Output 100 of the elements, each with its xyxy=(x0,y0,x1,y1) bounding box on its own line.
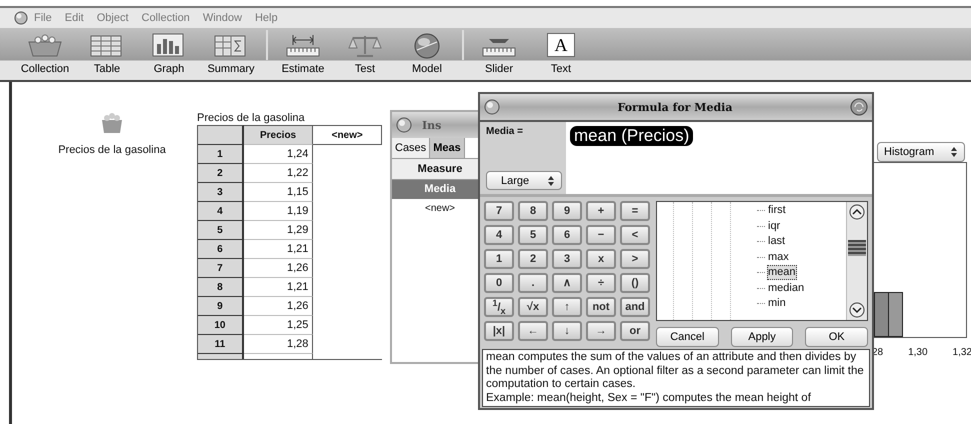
keypad-key[interactable]: ÷ xyxy=(586,273,616,293)
column-header[interactable]: Precios xyxy=(244,125,314,144)
keypad-key[interactable]: . xyxy=(518,273,548,293)
toolbar-button[interactable]: Slider xyxy=(468,28,530,80)
toolbar-button[interactable]: Graph xyxy=(138,28,200,80)
keypad-key[interactable]: |x| xyxy=(484,321,514,341)
keypad-key[interactable]: 8 xyxy=(518,201,548,221)
toolbar-button[interactable]: Summary xyxy=(200,28,262,80)
table-cell: 1,24 xyxy=(244,144,314,163)
function-item[interactable]: mean xyxy=(767,265,797,280)
cancel-button[interactable]: Cancel xyxy=(656,327,719,347)
row-number: 11 xyxy=(198,334,244,353)
keypad-key[interactable]: 0 xyxy=(484,273,514,293)
row-number: 7 xyxy=(198,258,244,277)
function-item[interactable]: last xyxy=(767,234,786,250)
keypad-key[interactable]: 5 xyxy=(518,225,548,245)
keypad-key[interactable]: 6 xyxy=(552,225,582,245)
scroll-down-icon[interactable] xyxy=(849,302,865,318)
row-number: 4 xyxy=(198,201,244,220)
menu-item[interactable]: Window xyxy=(202,12,242,24)
window-button-icon xyxy=(396,117,412,133)
keypad-key[interactable]: 1 xyxy=(484,249,514,269)
keypad-key[interactable]: or xyxy=(620,321,650,341)
description-text: mean computes the sum of the values of an attribute and then divides by the number of cases. An optional filter as a second parameter can limit the computation to certain cases. xyxy=(486,351,865,392)
row-number: 2 xyxy=(198,163,244,182)
formula-label: Media = xyxy=(486,126,524,137)
keypad-key[interactable]: 3 xyxy=(552,249,582,269)
toolbar-button[interactable]: Estimate xyxy=(272,28,334,80)
row-number: 3 xyxy=(198,182,244,201)
basket-icon xyxy=(100,112,124,134)
keypad-key[interactable]: − xyxy=(586,225,616,245)
keypad-key[interactable]: ↓ xyxy=(552,321,582,341)
keypad-key[interactable]: 7 xyxy=(484,201,514,221)
row-number: 10 xyxy=(198,315,244,334)
table-cell: 1,26 xyxy=(244,258,314,277)
function-item[interactable]: max xyxy=(767,250,790,265)
menu-item[interactable]: Edit xyxy=(64,12,84,24)
column-header[interactable]: <new> xyxy=(313,125,382,145)
window-button-icon xyxy=(484,99,500,115)
keypad-key[interactable]: $^{1}$/$_{x}$ xyxy=(484,297,514,317)
table-cell: 1,26 xyxy=(244,296,314,315)
toolbar-button[interactable]: Table xyxy=(76,28,138,80)
scroll-up-icon[interactable] xyxy=(849,204,865,220)
function-item[interactable]: median xyxy=(767,280,806,296)
window-button-icon xyxy=(850,98,868,116)
keypad-key[interactable]: > xyxy=(620,249,650,269)
window-title: Ins xyxy=(422,118,442,132)
keypad-key[interactable]: 2 xyxy=(518,249,548,269)
keypad-key[interactable]: 4 xyxy=(484,225,514,245)
toolbar-button[interactable]: Test xyxy=(334,28,396,80)
axis-label: 1,30 xyxy=(908,347,928,358)
plot-type-dropdown[interactable]: Histogram xyxy=(877,142,965,162)
keypad-key[interactable]: √x xyxy=(518,297,548,317)
keypad-key[interactable]: ← xyxy=(518,321,548,341)
function-item[interactable]: min xyxy=(767,296,787,312)
menu-item[interactable]: Help xyxy=(254,12,278,24)
keypad-key[interactable]: ↑ xyxy=(552,297,582,317)
row-number: 8 xyxy=(198,277,244,296)
table-title: Precios de la gasolina xyxy=(197,112,306,124)
stepper-icon xyxy=(950,146,958,158)
row-number: 1 xyxy=(198,144,244,163)
ok-button[interactable]: OK xyxy=(805,327,868,347)
keypad-key[interactable]: and xyxy=(620,297,650,317)
scroll-thumb[interactable] xyxy=(848,240,866,256)
formula-field[interactable]: mean (Precios) xyxy=(566,122,872,194)
table-cell: 1,25 xyxy=(244,315,314,334)
keypad-key[interactable]: = xyxy=(620,201,650,221)
table-cell: 1,22 xyxy=(244,163,314,182)
keypad-key[interactable]: ∧ xyxy=(552,273,582,293)
app-menu-icon[interactable] xyxy=(14,11,28,25)
keypad-key[interactable]: not xyxy=(586,297,616,317)
keypad-key[interactable]: → xyxy=(586,321,616,341)
menu-item[interactable]: Object xyxy=(96,12,128,24)
description-text: Example: mean(height, Sex = "F") computes the mean height of xyxy=(486,392,812,405)
toolbar-button[interactable]: Collection xyxy=(14,28,76,80)
histogram-bars xyxy=(874,292,904,337)
table-cell: 1,28 xyxy=(244,334,314,353)
function-list[interactable]: first iqr last max mean median min xyxy=(656,201,868,321)
apply-button[interactable]: Apply xyxy=(730,327,794,347)
keypad-key[interactable]: + xyxy=(586,201,616,221)
row-number: 9 xyxy=(198,296,244,315)
function-item[interactable]: first xyxy=(767,203,787,218)
table-cell: 1,19 xyxy=(244,201,314,220)
keypad-key[interactable]: < xyxy=(620,225,650,245)
keypad-key[interactable]: () xyxy=(620,273,650,293)
tab[interactable]: Cases xyxy=(392,138,430,158)
toolbar-button[interactable]: A Text xyxy=(530,28,592,80)
keypad-key[interactable]: 9 xyxy=(552,201,582,221)
keypad-key[interactable]: x xyxy=(586,249,616,269)
table-cell: 1,29 xyxy=(244,220,314,239)
function-item[interactable]: iqr xyxy=(767,218,782,234)
formula-expression: mean (Precios) xyxy=(570,126,694,146)
menu-item[interactable]: Collection xyxy=(142,12,190,24)
table-cell: 1,21 xyxy=(244,239,314,258)
toolbar-button[interactable]: Model xyxy=(396,28,458,80)
size-dropdown[interactable]: Large xyxy=(486,171,562,190)
scrollbar[interactable] xyxy=(846,202,867,320)
tab[interactable]: Meas xyxy=(430,138,465,158)
menu-item[interactable]: File xyxy=(34,12,52,24)
collection-label: Precios de la gasolina xyxy=(58,144,166,156)
